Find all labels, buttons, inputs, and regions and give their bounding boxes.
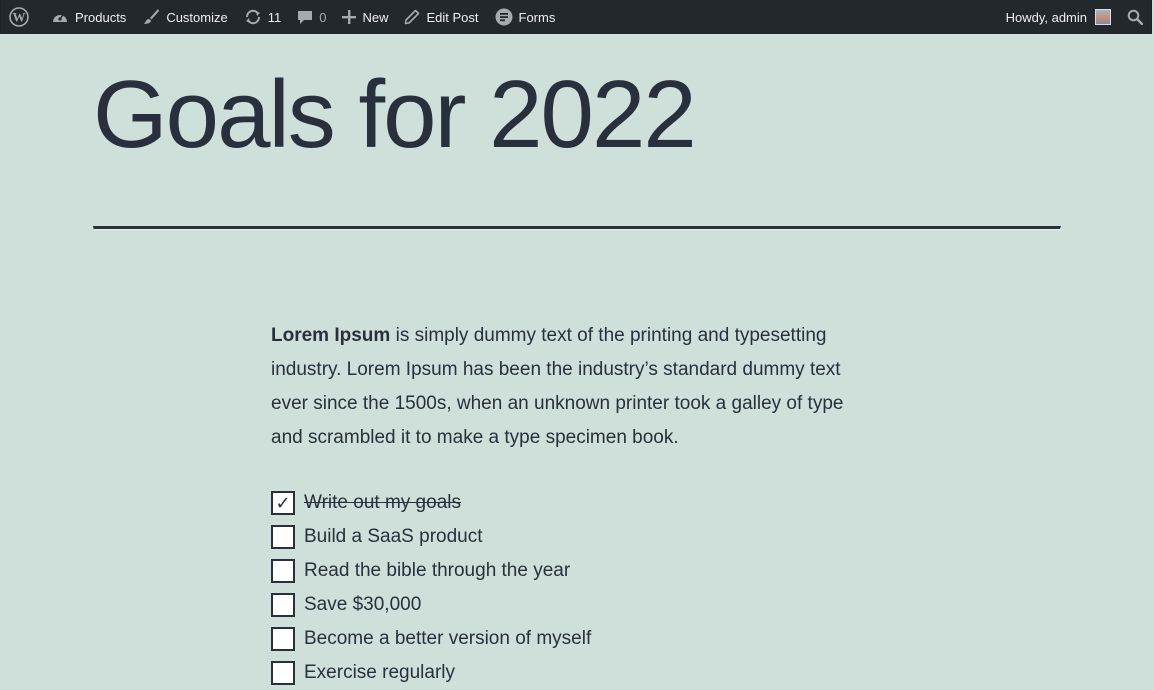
- forms-icon: [495, 8, 513, 26]
- plus-icon: [342, 10, 357, 24]
- search-icon: [1127, 9, 1143, 25]
- howdy-label: Howdy, admin: [1005, 9, 1087, 25]
- intro-paragraph: Lorem Ipsum is simply dummy text of the …: [271, 319, 871, 455]
- comments-menu[interactable]: 0: [289, 0, 334, 34]
- customize-label: Customize: [166, 9, 228, 25]
- goals-checklist: ✓ Write out my goals Build a SaaS produc…: [271, 486, 871, 690]
- wordpress-menu[interactable]: W: [1, 0, 43, 34]
- forms-menu[interactable]: Forms: [487, 0, 564, 34]
- forms-label: Forms: [518, 9, 556, 25]
- comments-count: 0: [319, 9, 327, 25]
- checkbox[interactable]: [271, 627, 295, 651]
- customize-menu[interactable]: Customize: [134, 0, 235, 34]
- checkbox[interactable]: [271, 661, 295, 685]
- checklist-item-label: Exercise regularly: [304, 662, 455, 683]
- checklist-item: Read the bible through the year: [271, 554, 871, 588]
- checklist-item: Build a SaaS product: [271, 520, 871, 554]
- updates-count: 11: [267, 9, 282, 25]
- svg-text:W: W: [13, 10, 26, 25]
- my-account-menu[interactable]: Howdy, admin: [998, 0, 1119, 34]
- post-content: Lorem Ipsum is simply dummy text of the …: [271, 319, 871, 455]
- checklist-item: ✓ Write out my goals: [271, 486, 871, 520]
- products-label: Products: [75, 9, 127, 25]
- checklist-item: Become a better version of myself: [271, 622, 871, 656]
- updates-refresh-icon: [244, 8, 262, 26]
- avatar: [1095, 9, 1111, 25]
- new-label: New: [362, 9, 389, 25]
- checklist-item-label: Build a SaaS product: [304, 526, 483, 547]
- admin-bar-search[interactable]: [1119, 0, 1151, 34]
- checklist-item: Exercise regularly: [271, 656, 871, 690]
- checklist-item-label: Save $30,000: [304, 594, 422, 615]
- admin-bar: W Products Customize 11 0 New Edit Post …: [0, 0, 1152, 34]
- checkbox[interactable]: ✓: [271, 491, 295, 515]
- checkbox[interactable]: [271, 525, 295, 549]
- new-content-menu[interactable]: New: [334, 0, 396, 34]
- checkbox[interactable]: [271, 559, 295, 583]
- pencil-icon: [404, 9, 420, 25]
- checklist-item-label: Read the bible through the year: [304, 560, 571, 581]
- edit-post-label: Edit Post: [426, 9, 479, 25]
- checklist-item-label: Become a better version of myself: [304, 628, 592, 649]
- intro-bold-text: Lorem Ipsum: [271, 325, 391, 346]
- checklist-item: Save $30,000: [271, 588, 871, 622]
- dashboard-gauge-icon: [51, 9, 69, 25]
- checkbox[interactable]: [271, 593, 295, 617]
- products-menu[interactable]: Products: [43, 0, 134, 34]
- admin-bar-secondary: Howdy, admin: [998, 0, 1151, 34]
- comment-bubble-icon: [297, 9, 313, 25]
- edit-post-link[interactable]: Edit Post: [396, 0, 486, 34]
- wordpress-logo-icon: W: [9, 7, 29, 27]
- post-title: Goals for 2022: [93, 61, 697, 168]
- checklist-item-label: Write out my goals: [304, 492, 461, 513]
- updates-menu[interactable]: 11: [236, 0, 290, 34]
- title-separator: [93, 226, 1061, 230]
- paintbrush-icon: [142, 8, 160, 26]
